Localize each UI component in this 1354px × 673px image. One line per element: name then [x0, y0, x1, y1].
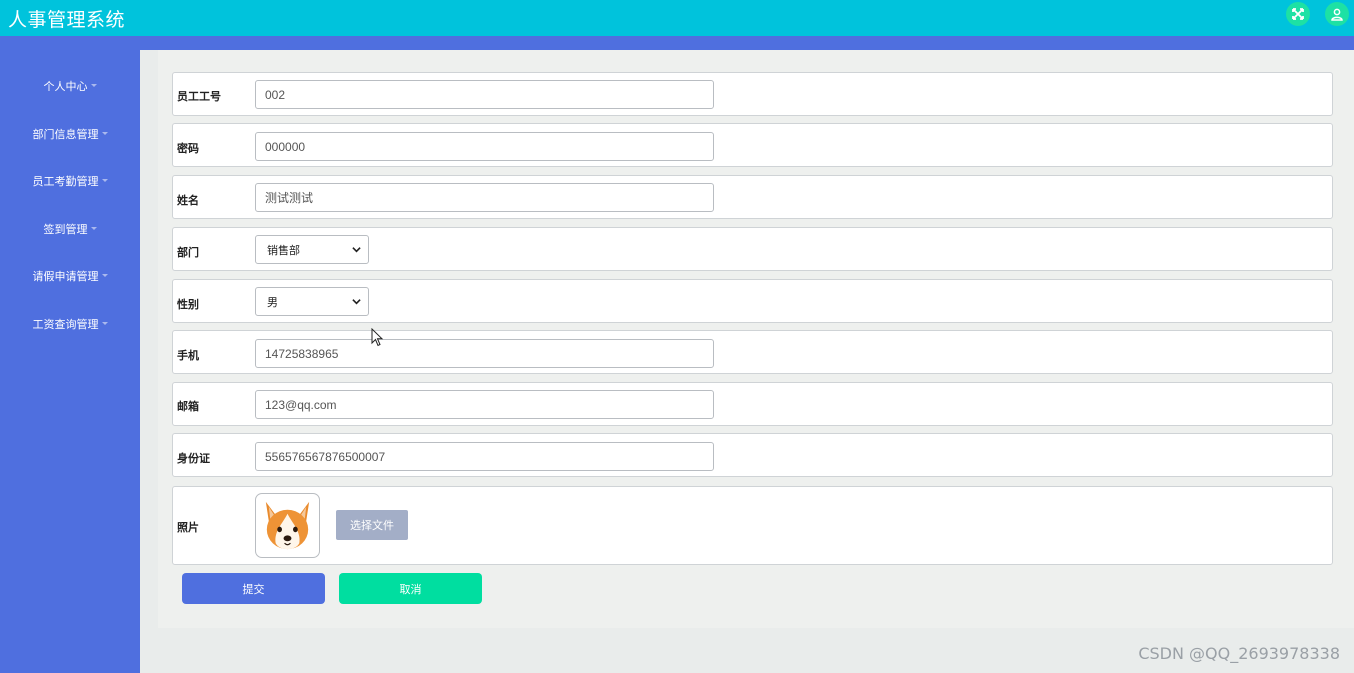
password-input[interactable] — [255, 132, 714, 161]
caret-down-icon — [101, 273, 108, 277]
chevron-down-icon — [352, 299, 361, 305]
gender-select[interactable]: 男 — [255, 287, 369, 316]
sidebar-item-personal-center[interactable]: 个人中心 — [0, 78, 140, 94]
phone-label: 手机 — [177, 350, 199, 362]
sidebar-item-label: 个人中心 — [43, 81, 88, 93]
id-card-label: 身份证 — [177, 453, 210, 465]
name-input[interactable] — [255, 183, 714, 212]
app-title: 人事管理系统 — [8, 8, 126, 31]
sidebar-item-label: 签到管理 — [43, 224, 88, 236]
choose-file-button[interactable]: 选择文件 — [336, 510, 408, 540]
user-icon[interactable] — [1325, 2, 1349, 26]
submit-button[interactable]: 提交 — [182, 573, 325, 604]
department-label: 部门 — [177, 247, 199, 259]
mouse-cursor-icon — [371, 328, 384, 347]
email-input[interactable] — [255, 390, 714, 419]
gender-label: 性别 — [177, 299, 199, 311]
caret-down-icon — [101, 131, 108, 135]
caret-down-icon — [101, 178, 108, 182]
sidebar-item-salary[interactable]: 工资查询管理 — [0, 316, 140, 332]
caret-down-icon — [90, 83, 97, 87]
sidebar: 个人中心 部门信息管理 员工考勤管理 签到管理 请假申请管理 工资查询管理 — [0, 36, 140, 673]
email-label: 邮箱 — [177, 401, 199, 413]
form-row-id-card: 身份证 — [172, 433, 1333, 477]
form-row-name: 姓名 — [172, 175, 1333, 219]
id-card-input[interactable] — [255, 442, 714, 471]
sidebar-item-department[interactable]: 部门信息管理 — [0, 126, 140, 142]
phone-input[interactable] — [255, 339, 714, 368]
cancel-button[interactable]: 取消 — [339, 573, 482, 604]
corgi-avatar-image — [265, 501, 310, 550]
form-row-department: 部门 销售部 — [172, 227, 1333, 271]
fullscreen-icon[interactable] — [1286, 2, 1310, 26]
sidebar-item-label: 请假申请管理 — [32, 271, 99, 283]
department-select[interactable]: 销售部 — [255, 235, 369, 264]
password-label: 密码 — [177, 143, 199, 155]
employee-id-input[interactable] — [255, 80, 714, 109]
form-row-photo: 照片 选择文件 — [172, 486, 1333, 565]
employee-id-label: 员工工号 — [177, 91, 221, 103]
caret-down-icon — [101, 321, 108, 325]
watermark: CSDN @QQ_2693978338 — [1138, 644, 1340, 663]
name-label: 姓名 — [177, 195, 199, 207]
form-row-gender: 性别 男 — [172, 279, 1333, 323]
form-row-email: 邮箱 — [172, 382, 1333, 426]
header-strip — [0, 36, 1354, 50]
photo-preview — [255, 493, 320, 558]
sidebar-item-label: 部门信息管理 — [32, 129, 99, 141]
sidebar-item-leave[interactable]: 请假申请管理 — [0, 268, 140, 284]
department-selected: 销售部 — [267, 244, 300, 257]
sidebar-item-label: 工资查询管理 — [32, 319, 99, 331]
form-row-employee-id: 员工工号 — [172, 72, 1333, 116]
sidebar-item-label: 员工考勤管理 — [32, 176, 99, 188]
sidebar-item-checkin[interactable]: 签到管理 — [0, 221, 140, 237]
sidebar-item-attendance[interactable]: 员工考勤管理 — [0, 173, 140, 189]
caret-down-icon — [90, 226, 97, 230]
top-bar: 人事管理系统 — [0, 0, 1354, 36]
chevron-down-icon — [352, 247, 361, 253]
form-row-password: 密码 — [172, 123, 1333, 167]
photo-label: 照片 — [177, 522, 199, 534]
gender-selected: 男 — [267, 296, 278, 309]
form-row-phone: 手机 — [172, 330, 1333, 374]
